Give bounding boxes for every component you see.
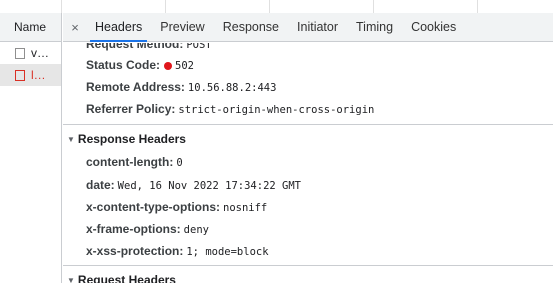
header-value: Wed, 16 Nov 2022 17:34:22 GMT (117, 180, 301, 192)
request-method-row: Request Method: POST (86, 43, 212, 51)
header-key: content-length: (86, 155, 174, 169)
response-header-row: content-length: 0 (86, 155, 183, 169)
column-divider (62, 0, 166, 13)
header-key: Remote Address: (86, 80, 185, 94)
detail-tabbar: × Headers Preview Response Initiator Tim… (63, 13, 553, 42)
section-divider (63, 124, 553, 125)
response-headers-section-toggle[interactable]: ▼ Response Headers (67, 132, 186, 146)
column-divider (374, 0, 478, 13)
triangle-down-icon: ▼ (67, 276, 75, 283)
response-header-row: x-content-type-options: nosniff (86, 200, 267, 214)
header-value: 0 (176, 157, 183, 169)
request-row-selected[interactable]: l… (0, 64, 61, 86)
section-title: Request Headers (77, 273, 176, 283)
status-error-icon (164, 62, 173, 70)
triangle-down-icon: ▼ (67, 135, 75, 144)
request-checkbox[interactable] (15, 69, 25, 81)
header-key: Status Code: (86, 58, 161, 72)
header-key: x-frame-options: (86, 222, 181, 236)
header-value: deny (183, 224, 209, 236)
header-key: date: (86, 178, 115, 192)
section-divider (63, 265, 553, 266)
referrer-policy-row: Referrer Policy: strict-origin-when-cross… (86, 102, 374, 116)
response-header-row: x-frame-options: deny (86, 222, 209, 236)
header-key: x-content-type-options: (86, 200, 220, 214)
remote-address-row: Remote Address: 10.56.88.2:443 (86, 80, 276, 94)
header-value: nosniff (223, 202, 268, 214)
section-title: Response Headers (77, 132, 186, 146)
header-value: 1; mode=block (186, 246, 269, 258)
tab-preview[interactable]: Preview (151, 13, 213, 41)
request-name: v… (31, 46, 49, 60)
header-value: 502 (175, 60, 194, 72)
tab-timing[interactable]: Timing (347, 13, 402, 41)
headers-panel: Request Method: POST Status Code: 502 Remo… (63, 43, 553, 283)
response-header-row: x-xss-protection: 1; mode=block (86, 244, 269, 258)
request-list: Name v… l… (0, 13, 62, 283)
request-row[interactable]: v… (0, 42, 61, 64)
tab-headers[interactable]: Headers (86, 13, 151, 42)
header-key: Request Method: (86, 43, 184, 51)
header-key: Referrer Policy: (86, 102, 176, 116)
request-headers-section-toggle[interactable]: ▼ Request Headers (67, 273, 176, 283)
name-column-header[interactable]: Name (0, 13, 61, 42)
header-key: x-xss-protection: (86, 244, 184, 258)
tab-initiator[interactable]: Initiator (288, 13, 347, 41)
header-value: strict-origin-when-cross-origin (178, 104, 375, 116)
column-divider (0, 0, 62, 13)
column-divider (270, 0, 374, 13)
column-divider (166, 0, 270, 13)
tab-cookies[interactable]: Cookies (402, 13, 465, 41)
response-header-row: date: Wed, 16 Nov 2022 17:34:22 GMT (86, 178, 301, 192)
top-strip (0, 0, 553, 13)
header-value: POST (186, 43, 212, 51)
request-checkbox[interactable] (15, 47, 25, 59)
request-name: l… (31, 68, 46, 82)
header-value: 10.56.88.2:443 (187, 82, 277, 94)
tab-response[interactable]: Response (214, 13, 288, 41)
close-icon[interactable]: × (64, 13, 86, 41)
status-code-row: Status Code: 502 (86, 58, 194, 72)
